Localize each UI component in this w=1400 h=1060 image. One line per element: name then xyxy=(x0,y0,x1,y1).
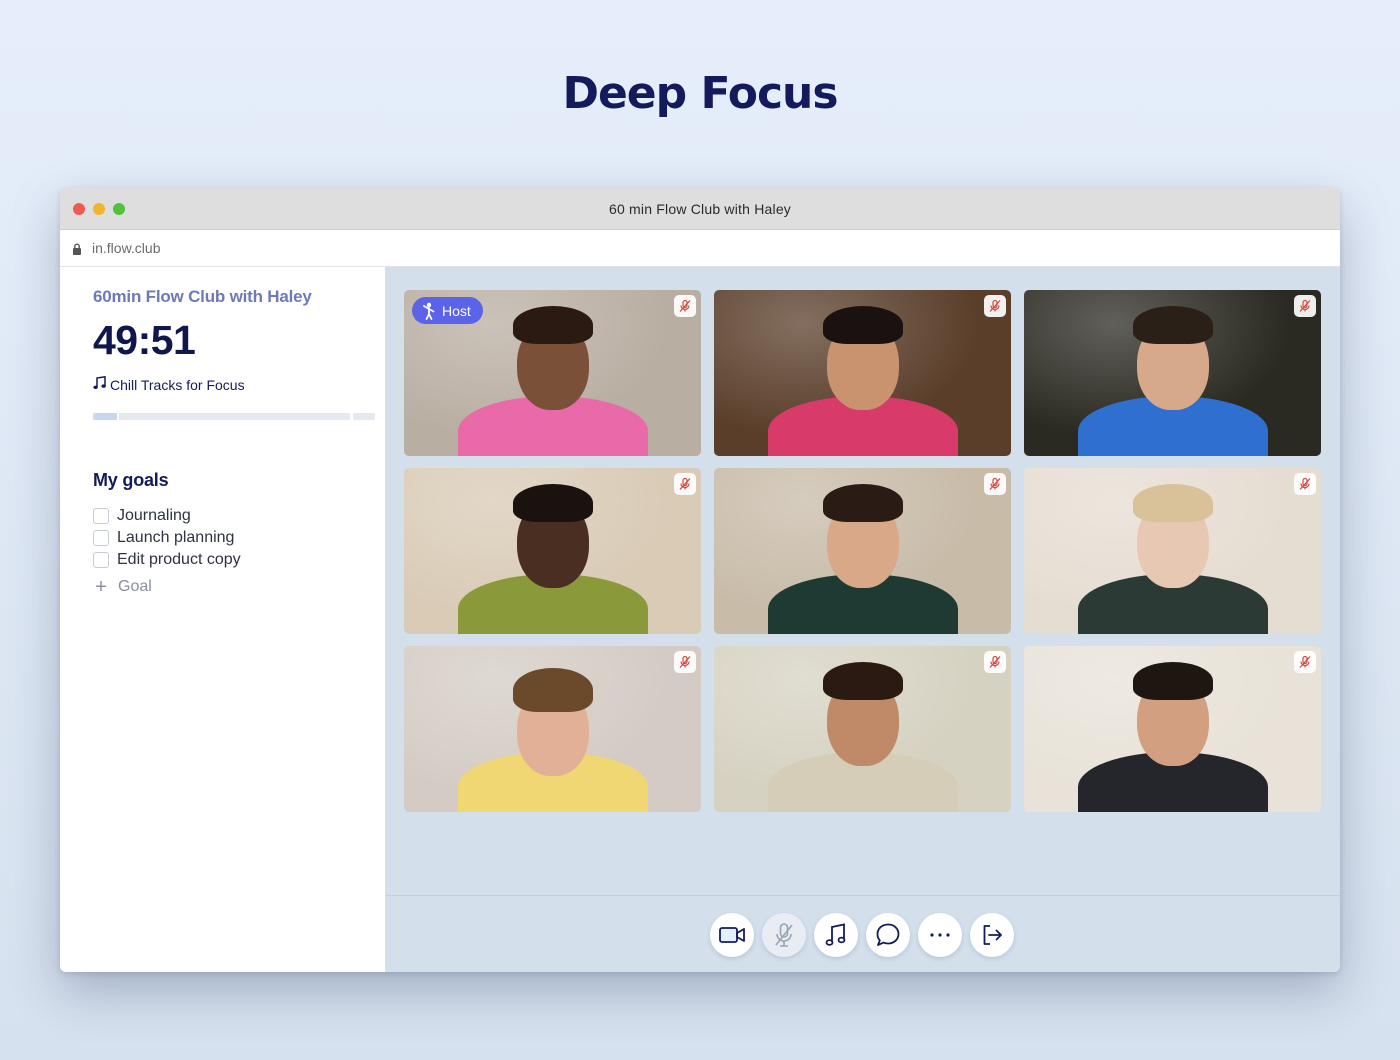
goal-item: Edit product copy xyxy=(93,549,375,571)
add-goal-label: Goal xyxy=(118,578,152,595)
participant-video-tile[interactable] xyxy=(404,468,701,634)
participant-hair xyxy=(1132,306,1213,344)
music-track-label: Chill Tracks for Focus xyxy=(110,376,245,393)
participant-hair xyxy=(822,662,903,700)
call-controls-bar xyxy=(386,895,1340,972)
participant-hair xyxy=(822,484,903,522)
browser-window: 60 min Flow Club with Haley in.flow.club… xyxy=(60,188,1340,972)
goal-label: Launch planning xyxy=(117,529,235,546)
host-badge: Host xyxy=(412,297,483,324)
window-titlebar: 60 min Flow Club with Haley xyxy=(60,188,1340,230)
session-progress-fill xyxy=(93,413,119,420)
mic-muted-icon xyxy=(674,651,696,673)
video-camera-icon xyxy=(718,925,746,945)
participant-video-tile[interactable] xyxy=(1024,646,1321,812)
session-timer: 49:51 xyxy=(93,317,196,363)
mic-muted-icon xyxy=(674,295,696,317)
microphone-muted-icon xyxy=(773,922,795,948)
host-label: Host xyxy=(442,302,471,319)
participant-video-tile[interactable] xyxy=(404,646,701,812)
participant-hair xyxy=(512,306,593,344)
goal-item: Launch planning xyxy=(93,527,375,549)
goals-heading: My goals xyxy=(93,470,169,490)
participant-video-tile[interactable]: Host xyxy=(404,290,701,456)
mic-muted-icon xyxy=(984,295,1006,317)
goal-list: Journaling Launch planning Edit product … xyxy=(93,505,375,571)
participant-hair xyxy=(1132,662,1213,700)
participant-video-tile[interactable] xyxy=(1024,468,1321,634)
leave-button[interactable] xyxy=(970,913,1014,957)
more-options-button[interactable] xyxy=(918,913,962,957)
music-track[interactable]: Chill Tracks for Focus xyxy=(93,375,375,393)
more-options-icon xyxy=(929,932,951,938)
microphone-muted-button[interactable] xyxy=(762,913,806,957)
participant-hair xyxy=(512,484,593,522)
goal-label: Journaling xyxy=(117,507,191,524)
goal-item: Journaling xyxy=(93,505,375,527)
mic-muted-icon xyxy=(674,473,696,495)
leave-icon xyxy=(980,923,1004,947)
goal-checkbox[interactable] xyxy=(93,530,109,546)
session-sidebar: 60min Flow Club with Haley 49:51 Chill T… xyxy=(60,267,386,972)
participant-video-tile[interactable] xyxy=(714,290,1011,456)
host-figure-icon xyxy=(423,302,435,320)
chat-bubble-icon xyxy=(875,922,901,948)
music-note-button[interactable] xyxy=(814,913,858,957)
goal-checkbox[interactable] xyxy=(93,552,109,568)
participant-video-tile[interactable] xyxy=(714,646,1011,812)
participant-video-tile[interactable] xyxy=(1024,290,1321,456)
chat-bubble-button[interactable] xyxy=(866,913,910,957)
video-camera-button[interactable] xyxy=(710,913,754,957)
session-title: 60min Flow Club with Haley xyxy=(93,287,312,306)
mic-muted-icon xyxy=(984,651,1006,673)
mic-muted-icon xyxy=(1294,295,1316,317)
music-note-icon xyxy=(825,923,847,947)
mic-muted-icon xyxy=(1294,473,1316,495)
video-area: Host xyxy=(386,267,1340,972)
address-bar[interactable]: in.flow.club xyxy=(60,230,1340,267)
hero-title: Deep Focus xyxy=(562,68,838,119)
url-text[interactable]: in.flow.club xyxy=(92,240,160,256)
participant-hair xyxy=(822,306,903,344)
call-controls xyxy=(710,913,1014,957)
session-progress-bar xyxy=(93,413,375,420)
goal-label: Edit product copy xyxy=(117,551,241,568)
participant-hair xyxy=(1132,484,1213,522)
video-grid: Host xyxy=(404,290,1321,812)
lock-icon xyxy=(72,242,82,255)
mic-muted-icon xyxy=(1294,651,1316,673)
plus-icon: + xyxy=(95,576,107,598)
add-goal-button[interactable]: + Goal xyxy=(93,576,375,598)
goal-checkbox[interactable] xyxy=(93,508,109,524)
mic-muted-icon xyxy=(984,473,1006,495)
participant-hair xyxy=(512,668,593,712)
window-title: 60 min Flow Club with Haley xyxy=(608,201,792,217)
music-note-icon xyxy=(93,375,106,393)
participant-video-tile[interactable] xyxy=(714,468,1011,634)
